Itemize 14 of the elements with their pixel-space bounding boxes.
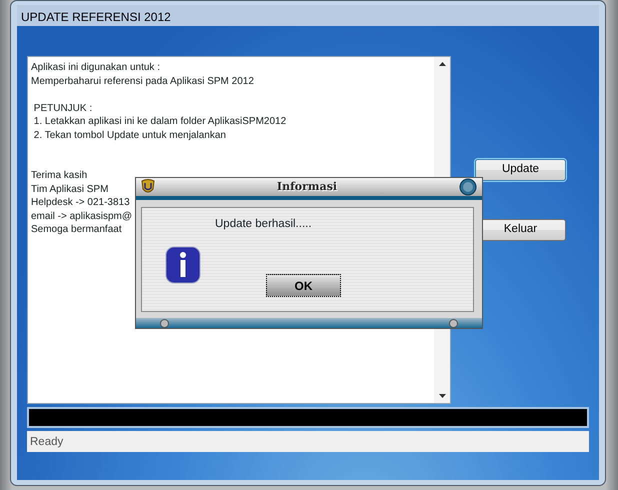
text-line: Memperbaharui referensi pada Aplikasi SPM 2012 (31, 74, 254, 88)
text-line: Terima kasih (31, 169, 88, 182)
text-line: Helpdesk -> 021-3813 (31, 196, 130, 210)
text-line: PETUNJUK : (32, 102, 92, 115)
text-line: 1. Letakkan aplikasi ini ke dalam folder AplikasiSPM2012 (32, 115, 286, 128)
text-line: Aplikasi ini digunakan untuk : (31, 61, 160, 74)
text-line: 2. Tekan tombol Update untuk menjalankan (32, 128, 226, 142)
text-line: email -> aplikasispm@ (31, 210, 132, 223)
window-title: UPDATE REFERENSI 2012 (17, 5, 599, 26)
text-line: Tim Aplikasi SPM (31, 182, 108, 196)
text-line: Semoga bermanfaat (31, 223, 122, 236)
dialog-message: Update berhasil..... (215, 217, 312, 230)
status-text: Ready (27, 431, 589, 452)
dialog-title: Informasi (276, 178, 338, 195)
